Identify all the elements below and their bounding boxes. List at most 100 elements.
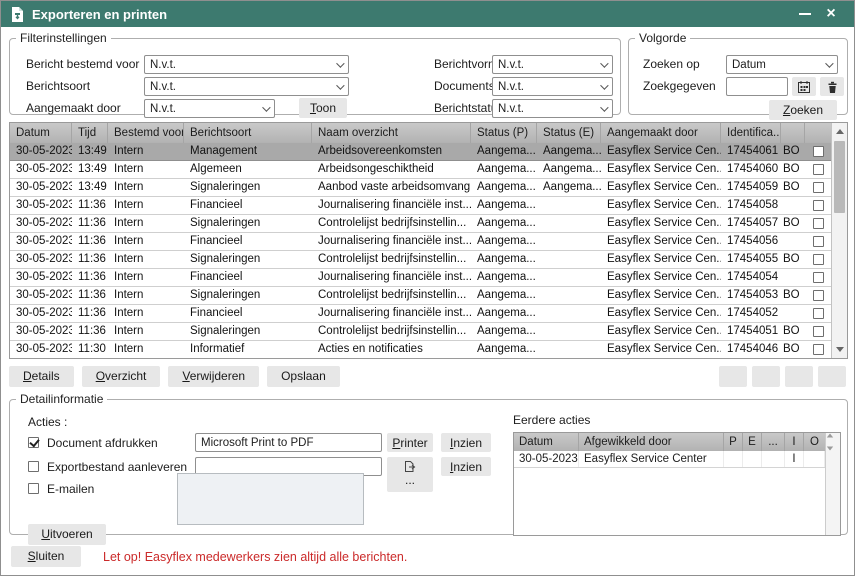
scroll-down-button[interactable] [832,342,847,357]
table-row[interactable]: 30-05-202311:36InternSignaleringenContro… [10,287,831,305]
berichtsoort-select[interactable]: N.v.t. [144,77,349,96]
sluiten-button[interactable]: Sluiten [11,546,81,567]
berichtstatus-select[interactable]: N.v.t. [492,99,613,118]
eerdere-acties-row[interactable]: 30-05-2023Easyflex Service CenterI [514,451,825,468]
row-checkbox[interactable] [805,251,831,268]
table-row[interactable]: 30-05-202313:49InternManagementArbeidsov… [10,143,831,161]
document-afdrukken-checkbox[interactable]: Document afdrukken [28,436,158,450]
action-row-print: Document afdrukken Printer Inzien [28,433,498,452]
cell-id: 17454054 [721,269,781,286]
ea-col-datum[interactable]: Datum [514,433,579,451]
row-checkbox[interactable] [805,143,831,160]
bericht-bestemd-voor-select[interactable]: N.v.t. [144,55,349,74]
printer-button[interactable]: Printer [387,433,433,452]
eerdere-acties-header: Datum Afgewikkeld door P E ... I O [514,433,825,451]
uitvoeren-button[interactable]: Uitvoeren [28,524,106,545]
col-tijd[interactable]: Tijd [72,123,108,143]
vertical-scrollbar[interactable] [831,123,847,358]
col-bo[interactable] [781,123,805,143]
inzien-export-button[interactable]: Inzien [441,457,491,476]
close-icon: × [826,6,835,22]
row-checkbox[interactable] [805,323,831,340]
ea-vertical-scrollbar[interactable] [825,433,840,535]
ea-scroll-up-button[interactable] [826,433,840,446]
zoeken-button[interactable]: Zoeken [769,100,837,120]
next-record-button[interactable] [785,366,813,387]
cell-soort: Financieel [184,233,312,250]
verwijderen-button[interactable]: Verwijderen [168,366,259,387]
minimize-button[interactable] [792,4,818,24]
col-naam[interactable]: Naam overzicht [312,123,471,143]
col-status-e[interactable]: Status (E) [537,123,601,143]
table-row[interactable]: 30-05-202311:36InternFinancieelJournalis… [10,233,831,251]
cell-bo [781,305,805,322]
row-checkbox[interactable] [805,197,831,214]
cell-statusP: Aangema... [471,215,537,232]
zoeken-op-select[interactable]: Datum [726,55,838,74]
filter-section: Filterinstellingen Bericht bestemd voor … [1,27,854,116]
table-row[interactable]: 30-05-202311:36InternFinancieelJournalis… [10,197,831,215]
row-checkbox[interactable] [805,305,831,322]
col-soort[interactable]: Berichtsoort [184,123,312,143]
row-checkbox[interactable] [805,269,831,286]
last-record-button[interactable] [818,366,846,387]
ea-cell-datum: 30-05-2023 [514,451,579,467]
ea-col-o[interactable]: O [804,433,825,451]
email-browse-button[interactable]: ... [387,473,433,492]
berichtvorm-select[interactable]: N.v.t. [492,55,613,74]
cell-datum: 30-05-2023 [10,143,72,160]
cell-bestemd: Intern [108,233,184,250]
col-door[interactable]: Aangemaakt door [601,123,721,143]
ea-col-i[interactable]: I [785,433,804,451]
previous-record-button[interactable] [752,366,780,387]
table-row[interactable]: 30-05-202313:49InternAlgemeenArbeidsonge… [10,161,831,179]
row-checkbox[interactable] [805,161,831,178]
overzicht-button[interactable]: Overzicht [82,366,161,387]
cell-soort: Informatief [184,341,312,358]
cell-tijd: 11:36 [72,269,108,286]
col-id[interactable]: Identifica... [721,123,781,143]
zoekgegeven-input[interactable] [726,77,788,96]
aangemaakt-door-select[interactable]: N.v.t. [144,99,275,118]
email-addresses-textarea[interactable] [177,473,364,525]
table-row[interactable]: 30-05-202311:36InternFinancieelJournalis… [10,269,831,287]
inzien-print-button[interactable]: Inzien [441,433,491,452]
printer-name-input[interactable] [195,433,382,452]
row-checkbox[interactable] [805,341,831,358]
ea-col-door[interactable]: Afgewikkeld door [579,433,724,451]
cell-soort: Financieel [184,305,312,322]
col-bestemd[interactable]: Bestemd voor [108,123,184,143]
cell-statusE: Aangema... [537,179,601,196]
row-checkbox[interactable] [805,215,831,232]
row-checkbox[interactable] [805,179,831,196]
emailen-checkbox[interactable]: E-mailen [28,482,94,496]
table-row[interactable]: 30-05-202311:36InternSignaleringenContro… [10,215,831,233]
ea-col-p[interactable]: P [724,433,743,451]
documentstatus-select[interactable]: N.v.t. [492,77,613,96]
first-record-button[interactable] [719,366,747,387]
ea-col-dots[interactable]: ... [762,433,785,451]
opslaan-button[interactable]: Opslaan [267,366,340,387]
col-checkbox[interactable] [805,123,831,143]
table-row[interactable]: 30-05-202311:36InternSignaleringenContro… [10,323,831,341]
ea-col-e[interactable]: E [743,433,762,451]
calendar-button[interactable] [792,77,816,96]
scrollbar-thumb[interactable] [834,141,845,213]
exportbestand-checkbox[interactable]: Exportbestand aanleveren [28,460,187,474]
table-row[interactable]: 30-05-202313:49InternSignaleringenAanbod… [10,179,831,197]
table-row[interactable]: 30-05-202311:36InternFinancieelJournalis… [10,305,831,323]
ea-scroll-down-button[interactable] [826,446,840,459]
row-checkbox[interactable] [805,287,831,304]
table-row[interactable]: 30-05-202311:30InternInformatiefActies e… [10,341,831,359]
col-status-p[interactable]: Status (P) [471,123,537,143]
toon-button[interactable]: Toon [299,98,347,118]
details-button[interactable]: Details [9,366,74,387]
cell-datum: 30-05-2023 [10,215,72,232]
table-row[interactable]: 30-05-202311:36InternSignaleringenContro… [10,251,831,269]
close-button[interactable]: × [818,4,844,24]
delete-search-button[interactable] [820,77,844,96]
row-checkbox[interactable] [805,233,831,250]
cell-statusP: Aangema... [471,287,537,304]
scroll-up-button[interactable] [832,124,847,139]
col-datum[interactable]: Datum [10,123,72,143]
